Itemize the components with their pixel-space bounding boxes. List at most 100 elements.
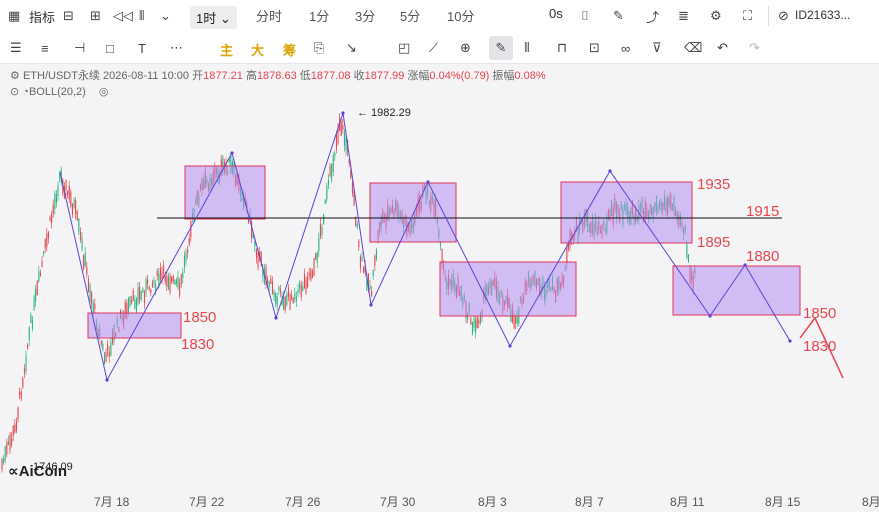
zoom-icon[interactable]: ⊕ xyxy=(460,38,471,58)
grid-layout-icon[interactable]: ⊞ xyxy=(90,6,101,26)
candle-body xyxy=(73,199,75,209)
wave-arrow-head xyxy=(341,111,345,115)
candle-body xyxy=(375,249,377,260)
wave-arrow-head xyxy=(608,169,612,173)
horizontal-line-icon[interactable]: ⊣ xyxy=(74,38,85,58)
candle-body xyxy=(135,298,137,313)
timeframe-10m[interactable]: 10分 xyxy=(447,6,474,25)
candle-body xyxy=(331,163,333,180)
candle-body xyxy=(371,290,373,297)
text-icon[interactable]: T xyxy=(138,38,146,58)
edit-icon[interactable]: ⊡ xyxy=(589,38,600,58)
candle-body xyxy=(150,289,152,294)
candle-body xyxy=(131,300,133,304)
candle-body xyxy=(134,299,136,309)
more-icon[interactable]: ⋯ xyxy=(170,38,183,58)
list-icon[interactable]: ≣ xyxy=(678,6,689,26)
timeframe-selected[interactable]: 1时 ⌄ xyxy=(190,6,237,29)
pencil-icon[interactable]: ✎ xyxy=(613,6,624,26)
x-tick-label: 8月 xyxy=(862,495,879,509)
x-tick-label: 7月 18 xyxy=(94,495,130,509)
settings-small-icon[interactable]: ⚙ xyxy=(10,70,20,82)
candle-body xyxy=(103,352,105,365)
candle-body xyxy=(59,174,61,179)
replace-icon[interactable]: ⎘ xyxy=(314,38,324,58)
lines-icon[interactable]: ≡ xyxy=(41,38,49,58)
symbol: ETH/USDT永续 xyxy=(22,70,100,82)
lock-icon[interactable]: ⊓ xyxy=(557,38,567,58)
rewind-icon[interactable]: ◁◁ xyxy=(113,6,133,26)
candle-body xyxy=(271,281,273,295)
timeframe-3m[interactable]: 3分 xyxy=(355,6,375,25)
open-value: 1877.21 xyxy=(203,70,243,82)
candle-body xyxy=(292,298,294,304)
trash-icon[interactable]: ⌫ xyxy=(684,38,702,58)
chevron-down-icon[interactable]: ⌄ xyxy=(160,6,171,26)
grid-icon[interactable]: ▦ xyxy=(8,6,20,26)
drawing-toolbar: ☰ ≡ ⊣ □ T ⋯ 主 大 筹 ⎘ ↘ ◰ ⟋ ⊕ ✎ ⦀ ⊓ ⊡ ∞ ⊽ … xyxy=(0,32,879,64)
candle-body xyxy=(321,227,323,235)
account-id[interactable]: ID21633... xyxy=(795,8,850,22)
low-label: 低 xyxy=(299,70,311,82)
candle-body xyxy=(91,292,93,304)
candle-body xyxy=(273,290,275,297)
trend-icon[interactable]: ↘ xyxy=(346,38,357,58)
chips-button[interactable]: 筹 xyxy=(283,40,296,59)
redo-icon[interactable]: ↷ xyxy=(749,38,760,58)
candle-body xyxy=(308,272,310,276)
filter-icon[interactable]: ⊽ xyxy=(652,38,662,58)
bookmark-icon[interactable]: ◰ xyxy=(398,38,410,58)
big-button[interactable]: 大 xyxy=(251,40,264,59)
candle-body xyxy=(172,275,174,282)
candle-body xyxy=(286,293,288,305)
candle-body xyxy=(302,286,304,291)
candle-body xyxy=(28,327,30,341)
candle-body xyxy=(33,296,35,311)
menu-icon[interactable]: ☰ xyxy=(10,38,22,58)
seconds-button[interactable]: 0s xyxy=(549,6,563,21)
wave-arrow-head xyxy=(369,303,373,307)
fullscreen-icon[interactable]: ⛶ xyxy=(743,6,752,26)
settings-icon[interactable]: ⚙ xyxy=(710,6,722,26)
candle-body xyxy=(342,124,344,130)
layout-icon[interactable]: ⊟ xyxy=(63,6,74,26)
timeframe-fenshi[interactable]: 分时 xyxy=(256,6,282,25)
candle-body xyxy=(169,275,171,293)
candle-body xyxy=(148,286,150,290)
candle-body xyxy=(68,186,70,200)
indicator-button[interactable]: 指标 xyxy=(29,7,55,26)
price-chart[interactable]: ← 1982.291746.09185018301935189518801850… xyxy=(0,64,879,512)
candle-body xyxy=(686,244,688,258)
candle-body xyxy=(71,203,73,215)
timeframe-1m[interactable]: 1分 xyxy=(309,6,329,25)
candle-body xyxy=(25,355,27,372)
candle-body xyxy=(279,289,281,293)
brush-icon[interactable]: ✎ xyxy=(489,36,513,60)
bell-icon[interactable]: ◔ xyxy=(22,86,29,98)
x-tick-label: 7月 26 xyxy=(285,495,321,509)
candles-icon[interactable]: ⦀ xyxy=(524,38,530,58)
candle-body xyxy=(179,283,181,296)
candle-body xyxy=(81,237,83,250)
collapse-icon[interactable]: ⊙ xyxy=(10,86,19,98)
candle-body xyxy=(164,275,166,282)
candle-body xyxy=(132,290,134,301)
undo-icon[interactable]: ↶ xyxy=(717,38,728,58)
main-button[interactable]: 主 xyxy=(220,40,233,59)
camera-icon[interactable]: ⌷ xyxy=(581,6,589,26)
ruler-icon[interactable]: ⟋ xyxy=(429,38,438,58)
rectangle-icon[interactable]: □ xyxy=(106,38,114,58)
share-icon[interactable]: ⤴ xyxy=(646,6,659,26)
ohlc-info: ⚙ ETH/USDT永续 2026-08-11 10:00 开1877.21 高… xyxy=(10,67,546,83)
magnet-icon[interactable]: ∞ xyxy=(621,38,630,58)
candle-type-icon[interactable]: ⫴ xyxy=(139,6,144,26)
candle-body xyxy=(374,255,376,266)
candle-body xyxy=(439,242,441,246)
x-tick-label: 8月 7 xyxy=(575,495,604,509)
candle-body xyxy=(303,273,305,289)
eye-off-icon[interactable]: ◎ xyxy=(99,86,109,98)
candle-body xyxy=(70,191,72,207)
id-icon: ⊘ xyxy=(778,8,789,23)
timeframe-5m[interactable]: 5分 xyxy=(400,6,420,25)
candle-body xyxy=(30,314,32,323)
